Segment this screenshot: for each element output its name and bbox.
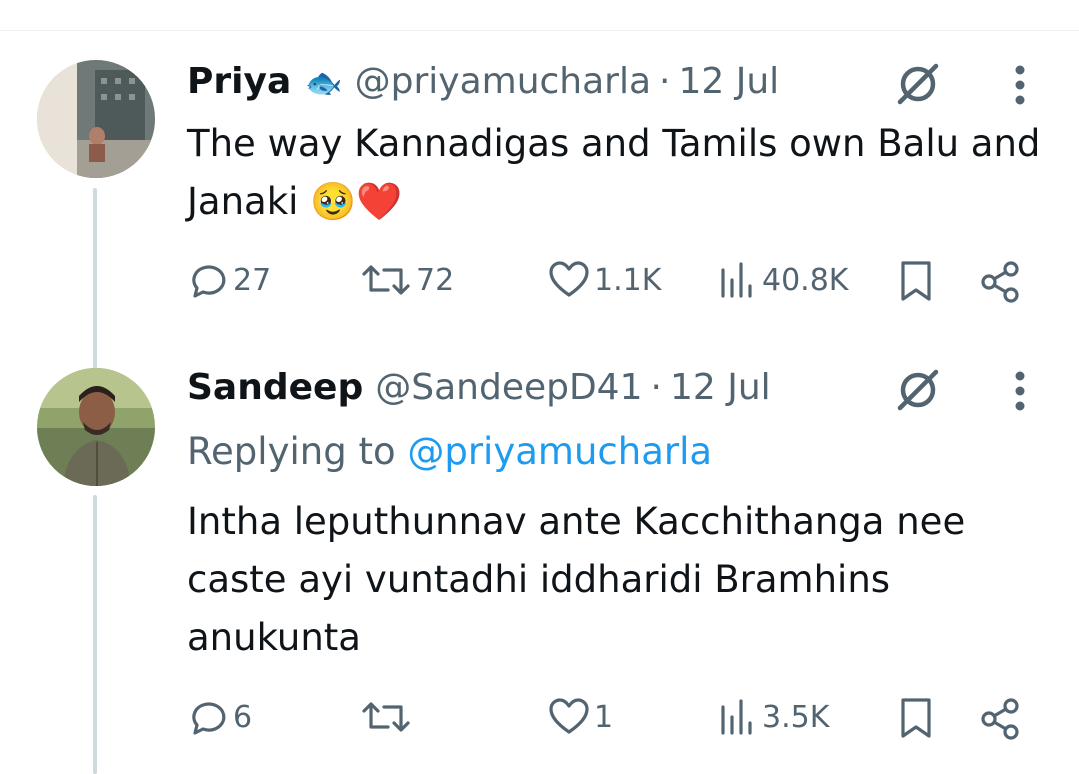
replying-to-handle-link[interactable]: @priyamucharla	[407, 430, 712, 473]
views-icon	[721, 262, 752, 298]
avatar-sandeep[interactable]	[37, 368, 155, 486]
reply-button[interactable]: 27	[189, 260, 271, 300]
separator-dot: ·	[650, 367, 662, 408]
tweet-date[interactable]: 12 Jul	[679, 60, 780, 104]
top-divider	[0, 30, 1079, 31]
reply-button[interactable]: 6	[189, 697, 252, 737]
tweet-text: Intha leputhunnav ante Kacchithanga nee …	[187, 500, 966, 659]
bookmark-button[interactable]	[899, 260, 933, 302]
like-count: 1	[594, 699, 614, 735]
share-button[interactable]	[979, 697, 1023, 741]
like-count: 1.1K	[594, 262, 662, 298]
replying-to-label: Replying to	[187, 430, 408, 473]
avatar-priya[interactable]	[37, 60, 155, 178]
more-options-icon[interactable]	[1010, 370, 1030, 418]
views-count: 3.5K	[762, 699, 830, 735]
tweet-actions: 27 72 1.1K 40.8K	[0, 260, 1079, 310]
share-icon	[981, 698, 1019, 740]
heart-icon	[549, 261, 589, 297]
reply-count: 27	[233, 262, 272, 298]
tweet-text: The way Kannadigas and Tamils own Balu a…	[187, 122, 1041, 223]
views-icon	[721, 699, 752, 735]
user-handle[interactable]: @priyamucharla	[355, 60, 651, 104]
reply-count: 6	[233, 699, 253, 735]
tweet-date[interactable]: 12 Jul	[670, 366, 771, 410]
replying-to: Replying to @priyamucharla	[187, 430, 712, 474]
repost-button[interactable]	[360, 697, 416, 737]
grok-icon[interactable]	[894, 60, 942, 112]
tweet-header: Priya 🐟 @priyamucharla · 12 Jul	[187, 60, 779, 106]
fish-emoji: 🐟	[305, 66, 343, 101]
display-name[interactable]: Sandeep	[187, 366, 363, 410]
views-count: 40.8K	[762, 262, 849, 298]
bookmark-icon	[901, 261, 931, 301]
like-button[interactable]: 1.1K	[548, 260, 661, 300]
views-button[interactable]: 3.5K	[718, 697, 829, 737]
share-icon	[981, 261, 1019, 303]
display-name[interactable]: Priya	[187, 60, 291, 104]
repost-count: 72	[416, 262, 455, 298]
heart-icon	[549, 698, 589, 734]
bookmark-button[interactable]	[899, 697, 933, 739]
bookmark-icon	[901, 698, 931, 738]
grok-icon[interactable]	[894, 366, 942, 418]
repost-icon	[362, 702, 410, 732]
like-button[interactable]: 1	[548, 697, 613, 737]
tweet-header: Sandeep @SandeepD41 · 12 Jul	[187, 366, 771, 410]
views-button[interactable]: 40.8K	[718, 260, 848, 300]
share-button[interactable]	[979, 260, 1023, 304]
reply-icon	[192, 702, 226, 735]
tweet-actions: 6 1 3.5K	[0, 697, 1079, 747]
separator-dot: ·	[659, 61, 671, 102]
user-handle[interactable]: @SandeepD41	[375, 366, 642, 410]
repost-icon	[362, 265, 410, 295]
repost-button[interactable]: 72	[360, 260, 454, 300]
reply-icon	[192, 265, 226, 298]
more-options-icon[interactable]	[1010, 64, 1030, 112]
